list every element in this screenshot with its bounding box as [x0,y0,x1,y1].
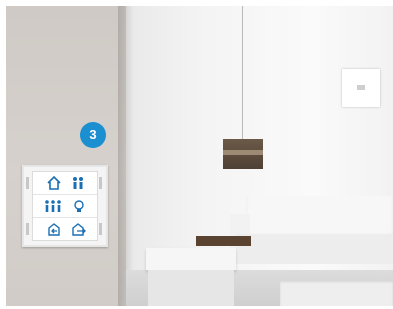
people-icon [73,177,83,189]
home-icon [47,175,61,190]
group-icon [45,200,61,212]
enter-home-icon [48,223,60,236]
sofa-seat [236,234,393,264]
pendant-lamp-shade [223,139,263,169]
switch-keypad [32,171,98,241]
switch-key-row-1[interactable] [33,172,97,195]
wall-shadow [118,6,134,306]
switch-key-row-3[interactable] [33,218,97,240]
led-indicator [99,223,102,235]
pendant-lamp-cord [242,6,243,140]
coffee-table [280,280,393,306]
callout-number-badge: 3 [80,122,106,148]
ottoman-base [148,270,234,306]
leave-home-icon [72,223,86,236]
ottoman-cushion [146,248,236,270]
interior-photo: 3 [0,0,393,309]
switch-key-row-2[interactable] [33,195,97,218]
smart-switch-panel [22,165,108,247]
left-wall [6,6,126,306]
side-table [196,236,251,246]
led-indicator [26,223,29,235]
wall-switch-plate [342,69,380,107]
sofa-backrest [246,196,393,238]
led-indicator [26,177,29,189]
bulb-icon [74,200,84,212]
led-indicator [99,177,102,189]
